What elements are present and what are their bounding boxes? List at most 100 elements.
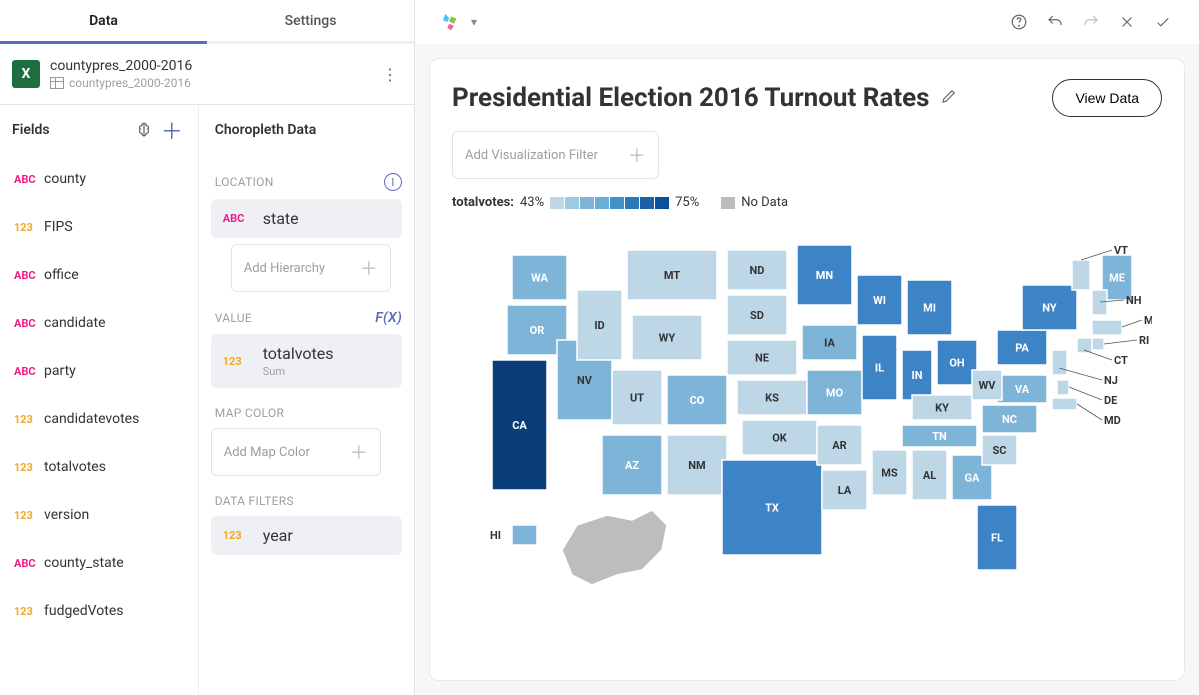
state-NH[interactable] [1092, 290, 1107, 315]
abc-type-icon: ABC [14, 365, 44, 378]
datasource-kebab-icon[interactable]: ⋮ [378, 65, 402, 84]
value-pill[interactable]: 123 totalvotes Sum [211, 334, 402, 388]
filter-pill[interactable]: 123 year [211, 516, 402, 555]
state-MD[interactable] [1052, 398, 1077, 410]
state-RI[interactable] [1092, 338, 1104, 350]
redo-icon[interactable] [1073, 4, 1109, 40]
field-row[interactable]: ABCoffice [6, 251, 192, 299]
state-label: SD [750, 309, 764, 322]
state-label: MD [1104, 414, 1121, 427]
confirm-icon[interactable] [1145, 4, 1181, 40]
state-label: VT [1114, 244, 1128, 257]
field-row[interactable]: 123version [6, 491, 192, 539]
num-type-icon: 123 [14, 413, 44, 426]
viz-title: Presidential Election 2016 Turnout Rates [452, 83, 930, 113]
fx-icon[interactable]: F(x) [375, 310, 402, 326]
field-name: candidate [44, 315, 106, 331]
value-pill-agg: Sum [263, 365, 334, 378]
abc-type-icon: ABC [14, 269, 44, 282]
add-mapcolor-slot[interactable]: Add Map Color＋ [211, 428, 381, 476]
legend-field: totalvotes: [452, 195, 514, 210]
state-label: NH [1126, 294, 1142, 307]
state-label: NY [1042, 302, 1057, 315]
state-label: IN [912, 369, 923, 382]
close-icon[interactable] [1109, 4, 1145, 40]
brain-icon[interactable] [130, 116, 158, 144]
state-label: IL [875, 362, 884, 375]
field-row[interactable]: ABCcounty_state [6, 539, 192, 587]
state-label: ME [1109, 272, 1125, 285]
choropleth-map[interactable]: WAORCANVIDMTWYUTCOAZNMNDSDNEKSOKTXMNIAMO… [452, 220, 1152, 620]
state-label: RI [1139, 334, 1149, 347]
field-row[interactable]: ABCparty [6, 347, 192, 395]
datasource-row[interactable]: X countypres_2000-2016 countypres_2000-2… [0, 44, 414, 105]
num-type-icon: 123 [223, 529, 253, 542]
state-label: TX [765, 502, 779, 515]
state-label: CO [690, 394, 705, 407]
tab-settings[interactable]: Settings [207, 0, 414, 41]
field-name: candidatevotes [44, 411, 139, 427]
state-label: MA [1144, 314, 1152, 327]
location-pill[interactable]: ABC state [211, 199, 402, 238]
legend-min: 43% [520, 195, 544, 210]
state-DE[interactable] [1057, 380, 1069, 395]
chevron-down-icon[interactable]: ▾ [471, 15, 477, 29]
datasource-title: countypres_2000-2016 [50, 58, 378, 74]
state-HI[interactable] [512, 525, 537, 545]
field-row[interactable]: 123FIPS [6, 203, 192, 251]
help-icon[interactable] [1001, 4, 1037, 40]
plus-icon: ＋ [628, 142, 646, 168]
field-row[interactable]: 123fudgedVotes [6, 587, 192, 635]
field-row[interactable]: 123candidatevotes [6, 395, 192, 443]
state-label: OK [772, 432, 788, 445]
state-VT[interactable] [1072, 260, 1090, 290]
state-MA[interactable] [1092, 320, 1122, 335]
tab-data[interactable]: Data [0, 0, 207, 41]
edit-title-icon[interactable] [940, 87, 958, 109]
state-NJ[interactable] [1052, 350, 1067, 375]
field-name: office [44, 267, 79, 283]
field-row[interactable]: 123totalvotes [6, 443, 192, 491]
state-label: SC [993, 444, 1007, 457]
num-type-icon: 123 [14, 461, 44, 474]
add-field-icon[interactable]: ＋ [158, 116, 186, 144]
field-row[interactable]: ABCcounty [6, 155, 192, 203]
excel-icon: X [12, 60, 40, 88]
state-label: WV [979, 379, 997, 392]
state-label: DE [1104, 394, 1117, 407]
state-label: OR [530, 324, 545, 337]
state-label: ND [750, 264, 765, 277]
add-viz-filter[interactable]: Add Visualization Filter＋ [452, 131, 659, 179]
state-label: NC [1002, 413, 1017, 426]
state-label: CT [1114, 354, 1128, 367]
state-label: WI [873, 294, 886, 307]
fields-header: Fields [12, 122, 130, 138]
state-label: MI [923, 302, 936, 315]
location-pill-name: state [263, 209, 299, 228]
value-pill-name: totalvotes [263, 344, 334, 363]
datafilters-section-label: DATA FILTERS [215, 494, 294, 508]
add-hierarchy-slot[interactable]: Add Hierarchy＋ [231, 244, 391, 292]
state-label: ID [594, 319, 604, 332]
view-data-button[interactable]: View Data [1052, 79, 1162, 117]
field-name: county [44, 171, 86, 187]
undo-icon[interactable] [1037, 4, 1073, 40]
abc-type-icon: ABC [14, 557, 44, 570]
state-CT[interactable] [1077, 338, 1092, 353]
state-label: MN [816, 269, 834, 282]
plus-icon: ＋ [360, 255, 378, 281]
state-label: NJ [1104, 374, 1118, 387]
field-name: totalvotes [44, 459, 106, 475]
legend-nodata: No Data [741, 195, 788, 210]
num-type-icon: 123 [14, 605, 44, 618]
field-name: version [44, 507, 89, 523]
state-label: AL [923, 469, 936, 482]
state-label: WY [659, 332, 676, 345]
state-label: NV [577, 374, 593, 387]
legend-max: 75% [675, 195, 699, 210]
state-label: GA [965, 472, 980, 485]
geography-selector-icon[interactable] [433, 4, 469, 40]
field-row[interactable]: ABCcandidate [6, 299, 192, 347]
field-name: county_state [44, 555, 124, 571]
info-icon[interactable]: i [384, 173, 402, 191]
